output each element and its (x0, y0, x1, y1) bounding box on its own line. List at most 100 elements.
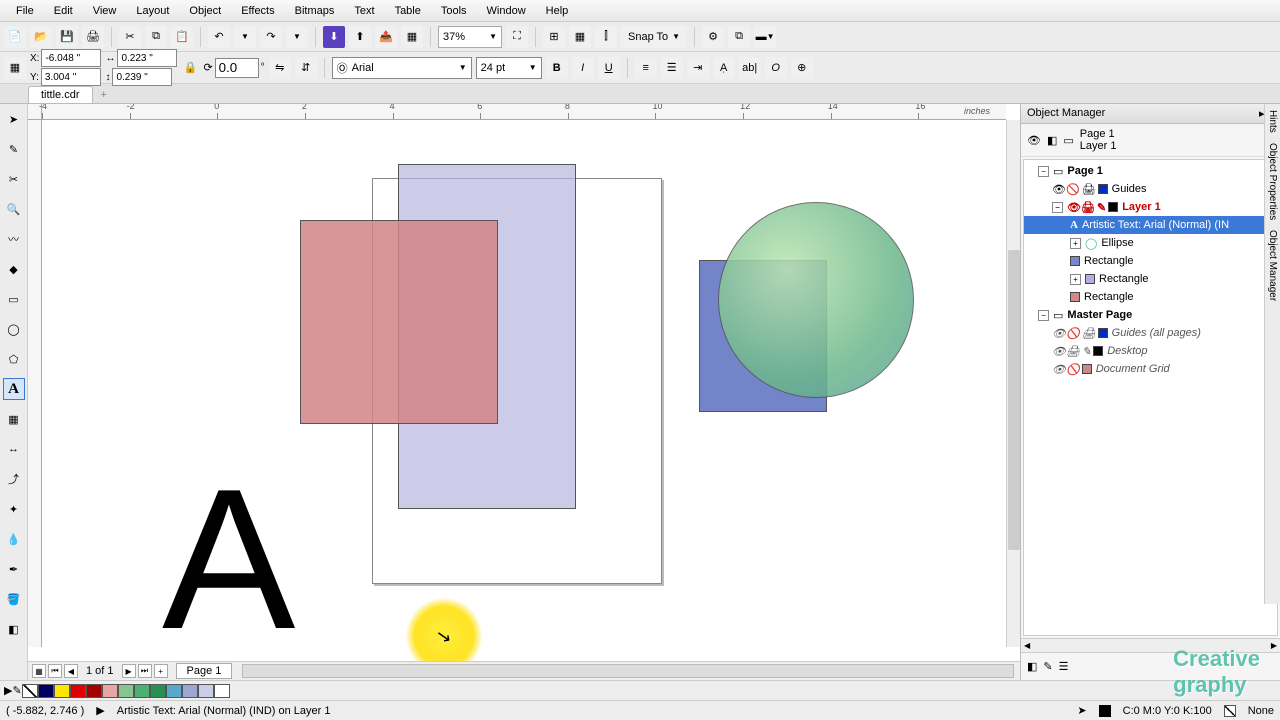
text-tool-icon[interactable]: A (3, 378, 25, 400)
swatch[interactable] (102, 684, 118, 698)
prev-page-icon[interactable]: ◀ (64, 664, 78, 678)
snap-combo[interactable]: Snap To▼ (621, 26, 687, 48)
edit-layers-icon[interactable]: ✎ (1043, 660, 1052, 673)
save-icon[interactable]: 💾 (56, 26, 78, 48)
redo-drop-icon[interactable]: ▼ (286, 26, 308, 48)
polygon-tool-icon[interactable]: ⬠ (3, 348, 25, 370)
undo-icon[interactable]: ↶ (208, 26, 230, 48)
shape-ellipse-green[interactable] (718, 202, 914, 398)
menu-window[interactable]: Window (477, 2, 536, 20)
page-dims-icon[interactable]: ▦ (4, 57, 26, 79)
node-desktop[interactable]: 👁🖨✎Desktop (1024, 342, 1277, 360)
indent-icon[interactable]: ⇥ (687, 57, 709, 79)
fullscreen-icon[interactable]: ⛶ (506, 26, 528, 48)
effects-tool-icon[interactable]: ✦ (3, 498, 25, 520)
node-layer1[interactable]: −👁🖨✎Layer 1 (1024, 198, 1277, 216)
new-icon[interactable]: 📄 (4, 26, 26, 48)
mirror-h-icon[interactable]: ⇋ (269, 57, 291, 79)
node-artistic-text[interactable]: AArtistic Text: Arial (Normal) (IN (1024, 216, 1277, 234)
menu-effects[interactable]: Effects (231, 2, 284, 20)
copy-icon[interactable]: ⧉ (145, 26, 167, 48)
canvas[interactable]: A (42, 120, 1006, 647)
zoom-combo[interactable]: 37%▼ (438, 26, 502, 48)
mirror-v-icon[interactable]: ⇵ (295, 57, 317, 79)
object-properties-tab[interactable]: Object Properties (1267, 143, 1278, 220)
import-icon[interactable]: ⬇ (323, 26, 345, 48)
node-rectangle[interactable]: +Rectangle (1024, 270, 1277, 288)
list-icon[interactable]: ☰ (661, 57, 683, 79)
new-page-icon[interactable]: + (154, 664, 168, 678)
smartfill-tool-icon[interactable]: ◆ (3, 258, 25, 280)
font-size-combo[interactable]: 24 pt▼ (476, 57, 542, 79)
dimension-tool-icon[interactable]: ↔ (3, 438, 25, 460)
palette-menu-icon[interactable]: ✎ (12, 684, 21, 697)
options2-icon[interactable]: ⧉ (728, 26, 750, 48)
paste-icon[interactable]: 📋 (171, 26, 193, 48)
menu-bitmaps[interactable]: Bitmaps (285, 2, 345, 20)
crop-tool-icon[interactable]: ✂ (3, 168, 25, 190)
node-rectangle[interactable]: Rectangle (1024, 252, 1277, 270)
table-tool-icon[interactable]: ▦ (3, 408, 25, 430)
swatch[interactable] (54, 684, 70, 698)
new-tab-button[interactable]: + (93, 87, 115, 103)
w-field[interactable] (117, 49, 177, 67)
export-icon[interactable]: ⬆ (349, 26, 371, 48)
artistic-text-a[interactable]: A (162, 460, 295, 660)
outline-tool-icon[interactable]: ✒ (3, 558, 25, 580)
app-launcher-icon[interactable]: ▦ (401, 26, 423, 48)
swatch[interactable] (86, 684, 102, 698)
align-icon[interactable]: ≡ (635, 57, 657, 79)
menu-help[interactable]: Help (536, 2, 579, 20)
layer-manager-icon[interactable]: ☰ (1059, 660, 1069, 673)
node-master-page[interactable]: −▭Master Page (1024, 306, 1277, 324)
swatch[interactable] (182, 684, 198, 698)
node-document-grid[interactable]: 👁🚫Document Grid (1024, 360, 1277, 378)
swatch-none[interactable] (22, 684, 38, 698)
y-field[interactable] (41, 68, 101, 86)
menu-view[interactable]: View (83, 2, 127, 20)
fill-tool-icon[interactable]: 🪣 (3, 588, 25, 610)
horizontal-scrollbar[interactable] (242, 664, 1014, 678)
cut-icon[interactable]: ✂ (119, 26, 141, 48)
swatch[interactable] (150, 684, 166, 698)
swatch[interactable] (198, 684, 214, 698)
page-tab[interactable]: Page 1 (176, 663, 233, 679)
h-field[interactable] (112, 68, 172, 86)
x-field[interactable] (41, 49, 101, 67)
object-manager-tab[interactable]: Object Manager (1267, 230, 1278, 301)
publish-icon[interactable]: 📤 (375, 26, 397, 48)
node-rectangle[interactable]: Rectangle (1024, 288, 1277, 306)
swatch[interactable] (70, 684, 86, 698)
vertical-scrollbar[interactable] (1006, 120, 1020, 647)
char-icon[interactable]: Ạ (713, 57, 735, 79)
menu-table[interactable]: Table (385, 2, 431, 20)
layer-icon[interactable]: ◧ (1047, 134, 1057, 147)
rulers-icon[interactable]: ⊞ (543, 26, 565, 48)
page-add-icon[interactable]: ▦ (32, 664, 46, 678)
shape-rectangle-pink[interactable] (300, 220, 498, 424)
swatch[interactable] (134, 684, 150, 698)
node-ellipse[interactable]: +◯Ellipse (1024, 234, 1277, 252)
rotation-field[interactable] (215, 58, 259, 78)
zoom-tool-icon[interactable]: 🔍 (3, 198, 25, 220)
hints-tab[interactable]: Hints (1267, 110, 1278, 133)
menu-edit[interactable]: Edit (44, 2, 83, 20)
interactive-fill-tool-icon[interactable]: ◧ (3, 618, 25, 640)
open-icon[interactable]: 📂 (30, 26, 52, 48)
grid-icon[interactable]: ▦ (569, 26, 591, 48)
menu-text[interactable]: Text (344, 2, 384, 20)
print-icon[interactable]: 🖨 (82, 26, 104, 48)
last-page-icon[interactable]: ⏭ (138, 664, 152, 678)
font-combo[interactable]: ⓄArial▼ (332, 57, 472, 79)
menu-file[interactable]: File (6, 2, 44, 20)
next-page-icon[interactable]: ▶ (122, 664, 136, 678)
show-props-icon[interactable]: ◧ (1027, 660, 1037, 673)
page-icon[interactable]: ▭ (1063, 134, 1073, 147)
redo-icon[interactable]: ↷ (260, 26, 282, 48)
canvas-area[interactable]: -4 -2 0 2 4 6 8 10 12 14 16 inches A (28, 104, 1020, 661)
options-icon[interactable]: ⚙ (702, 26, 724, 48)
undo-drop-icon[interactable]: ▼ (234, 26, 256, 48)
eye-icon[interactable]: 👁 (1027, 134, 1041, 147)
menu-object[interactable]: Object (179, 2, 231, 20)
ellipse-tool-icon[interactable]: ◯ (3, 318, 25, 340)
